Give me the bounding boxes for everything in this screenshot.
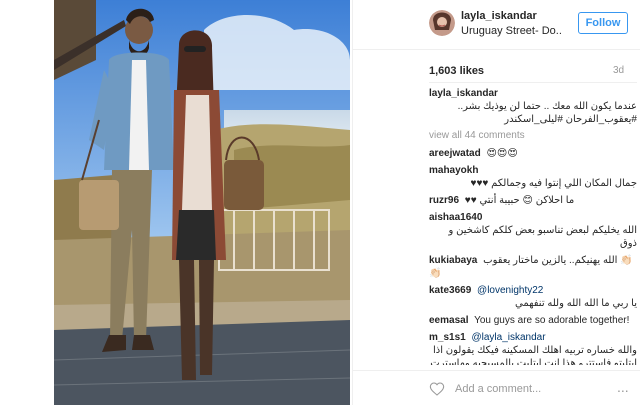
comment-item: kukiabaya الله يهنيكم.. يالزين ماختار يع… <box>429 254 637 280</box>
more-options-icon[interactable]: ... <box>617 379 629 395</box>
post-photo[interactable] <box>54 0 350 405</box>
comment-item: ruzr96 ♥♥ ما احلاكن 😊 حبيبة أنتي <box>429 194 637 207</box>
comment-item: areejwatad 😍😍😍 <box>429 147 637 160</box>
comment-item: eemasal You guys are so adorable togethe… <box>429 314 637 327</box>
heart-icon[interactable] <box>429 381 445 397</box>
comment-username[interactable]: m_s1s1 <box>429 332 466 343</box>
caption-text: عندما يكون الله معك .. حتما لن يوذيك بشر… <box>457 101 637 125</box>
post-username[interactable]: layla_iskandar <box>461 10 537 22</box>
post-details-panel: layla_iskandar Uruguay Street- Do... Fol… <box>352 0 640 405</box>
avatar-image <box>429 10 455 36</box>
post-header: layla_iskandar Uruguay Street- Do... Fol… <box>353 0 640 50</box>
comment-item: kate3669 @lovenighty22 يا ربي ما الله ال… <box>429 284 637 310</box>
post-age: 3d <box>613 65 625 76</box>
comment-username[interactable]: aishaa1640 <box>429 212 482 223</box>
comment-text: ♥♥ ما احلاكن 😊 حبيبة أنتي <box>464 195 575 206</box>
post-location[interactable]: Uruguay Street- Do... <box>461 25 561 37</box>
comment-mention[interactable]: @lovenighty22 <box>477 285 543 296</box>
comment-text: 😍😍😍 <box>486 148 518 159</box>
comment-username[interactable]: mahayokh <box>429 165 478 176</box>
comment-bar: Add a comment... ... <box>353 370 640 405</box>
post-image <box>54 0 350 405</box>
follow-button[interactable]: Follow <box>578 12 628 34</box>
comment-item: aishaa1640 الله يخليكم لبعض تناسبو بعض ك… <box>429 211 637 250</box>
comment-mention[interactable]: @layla_iskandar <box>471 332 545 343</box>
view-all-comments-link[interactable]: view all 44 comments <box>429 130 637 141</box>
caption-username[interactable]: layla_iskandar <box>429 88 498 99</box>
caption: layla_iskandar عندما يكون الله معك .. حت… <box>429 87 637 126</box>
comment-text: You guys are so adorable together! <box>474 315 630 326</box>
comment-username[interactable]: kate3669 <box>429 285 471 296</box>
likes-count[interactable]: 1,603 likes <box>429 65 484 77</box>
comment-item: m_s1s1 @layla_iskandar والله خساره تربيه… <box>429 331 637 365</box>
comment-username[interactable]: eemasal <box>429 315 468 326</box>
comment-username[interactable]: kukiabaya <box>429 255 477 266</box>
comment-username[interactable]: areejwatad <box>429 148 481 159</box>
comment-text: الله يخليكم لبعض تناسبو بعض كلكم كاشخين … <box>448 225 637 249</box>
comment-item: mahayokh جمال المكان اللي إنتوا فيه وجما… <box>429 164 637 190</box>
comment-text: يا ربي ما الله الله ولله تنفهمي <box>515 298 637 309</box>
comment-username[interactable]: ruzr96 <box>429 195 459 206</box>
comments-list[interactable]: layla_iskandar عندما يكون الله معك .. حت… <box>429 82 637 365</box>
add-comment-input[interactable]: Add a comment... <box>455 383 605 395</box>
comment-text: جمال المكان اللي إنتوا فيه وجمالكم ♥♥♥ <box>470 178 638 189</box>
comment-text: والله خساره تربيه اهلك المسكينه فيكك يقو… <box>430 345 637 365</box>
avatar[interactable] <box>429 10 455 36</box>
